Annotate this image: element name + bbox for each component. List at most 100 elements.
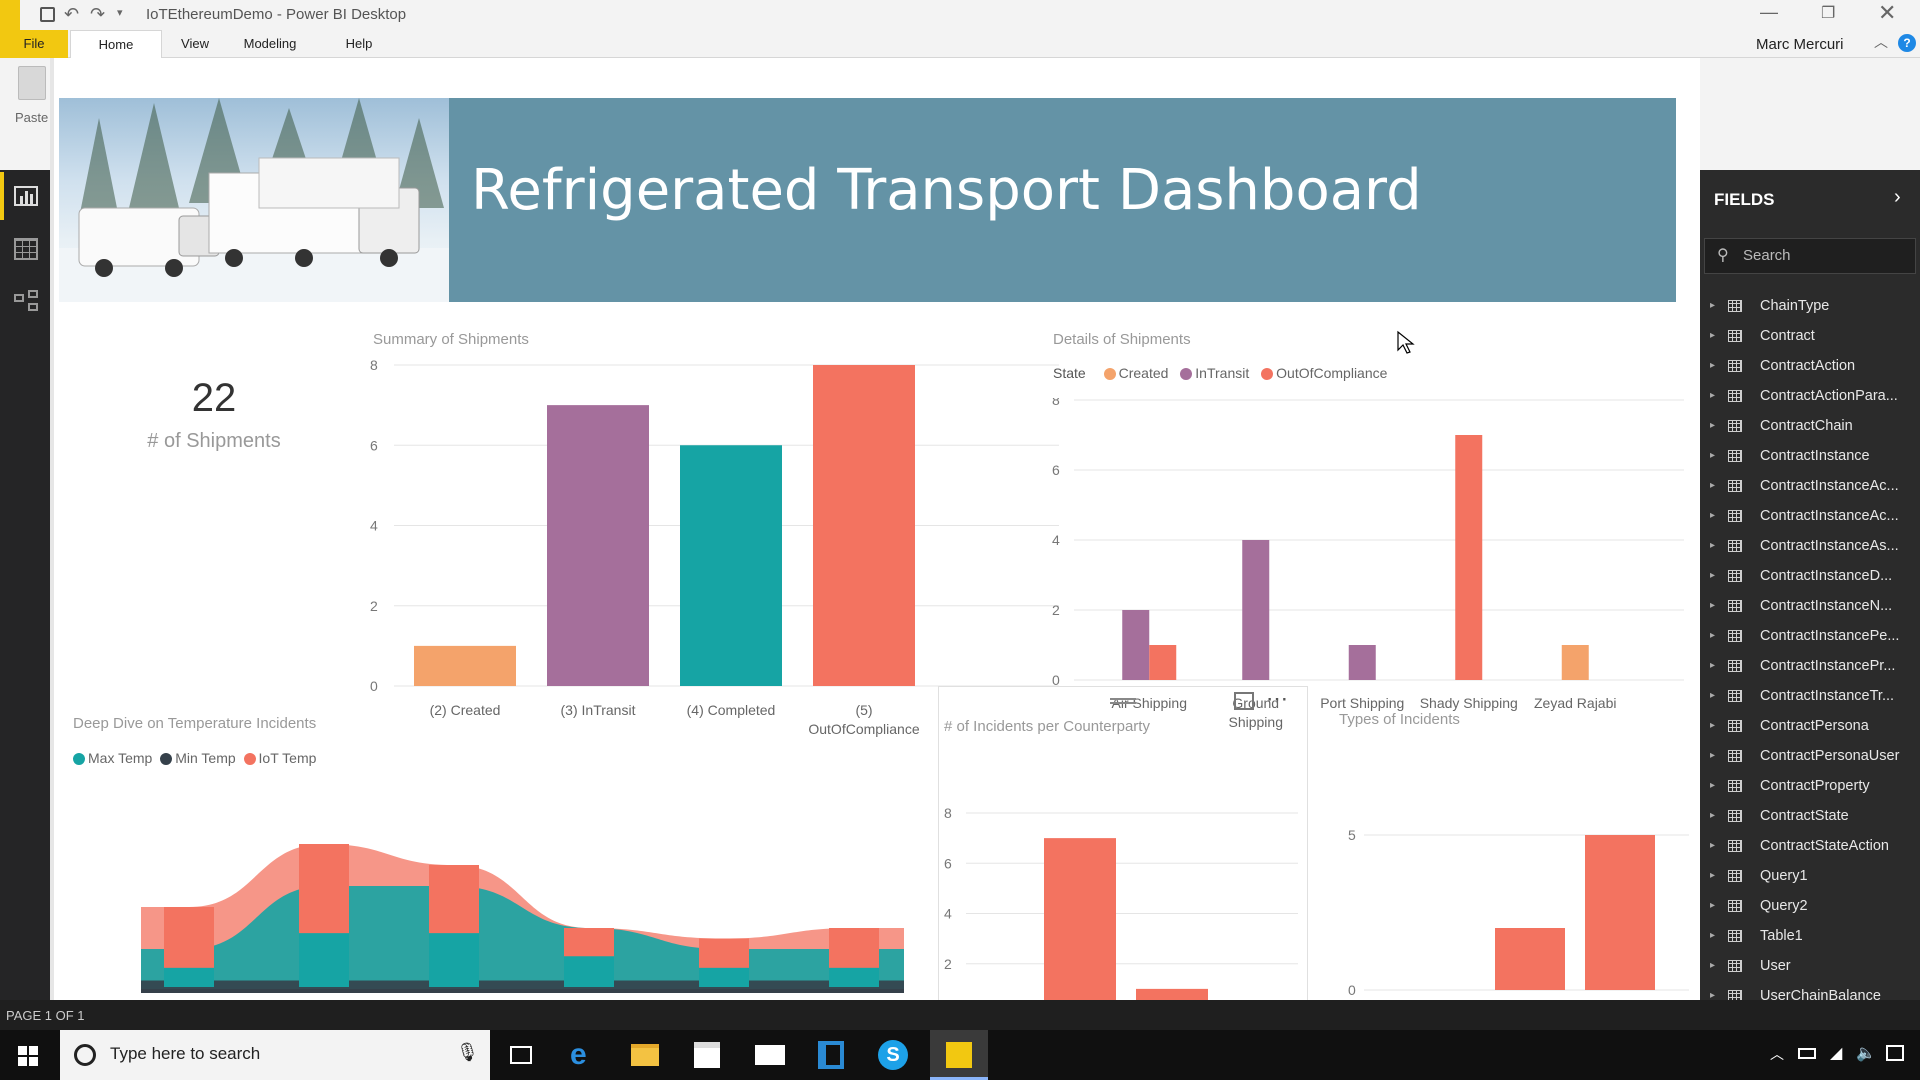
file-explorer-icon[interactable]: [631, 1044, 659, 1066]
redo-icon[interactable]: ↷: [90, 4, 105, 25]
field-table-contractinstancetr[interactable]: ▸ ContractInstanceTr...: [1708, 681, 1913, 711]
data-view-icon[interactable]: [14, 238, 38, 260]
notifications-icon[interactable]: [1886, 1045, 1904, 1061]
legend-item-min-temp[interactable]: Min Temp: [160, 750, 236, 766]
visual-studio-code-icon[interactable]: [818, 1041, 844, 1069]
mail-icon[interactable]: [755, 1045, 785, 1065]
legend-item-outofcompliance[interactable]: OutOfCompliance: [1261, 365, 1387, 381]
collapse-ribbon-icon[interactable]: ︿: [1874, 32, 1888, 52]
expand-arrow-icon[interactable]: ▸: [1710, 621, 1715, 651]
user-name[interactable]: Marc Mercuri: [1756, 36, 1844, 53]
bar[interactable]: [1044, 838, 1116, 1014]
field-table-contractinstanced[interactable]: ▸ ContractInstanceD...: [1708, 561, 1913, 591]
legend-item-created[interactable]: Created: [1103, 365, 1168, 381]
help-icon[interactable]: ?: [1898, 34, 1916, 52]
bar[interactable]: [813, 365, 915, 686]
bar[interactable]: [680, 445, 782, 686]
expand-arrow-icon[interactable]: ▸: [1710, 351, 1715, 381]
tab-help[interactable]: Help: [334, 30, 384, 58]
bar[interactable]: [1149, 645, 1177, 680]
field-table-contractinstanceas[interactable]: ▸ ContractInstanceAs...: [1708, 531, 1913, 561]
field-table-contractpersonauser[interactable]: ▸ ContractPersonaUser: [1708, 741, 1913, 771]
collapse-fields-icon[interactable]: ›: [1894, 186, 1901, 209]
bar[interactable]: [547, 405, 649, 686]
expand-arrow-icon[interactable]: ▸: [1710, 681, 1715, 711]
expand-arrow-icon[interactable]: ▸: [1710, 531, 1715, 561]
undo-icon[interactable]: ↶: [64, 4, 79, 25]
field-table-contractactionpara[interactable]: ▸ ContractActionPara...: [1708, 381, 1913, 411]
field-table-contract[interactable]: ▸ Contract: [1708, 321, 1913, 351]
expand-arrow-icon[interactable]: ▸: [1710, 411, 1715, 441]
expand-arrow-icon[interactable]: ▸: [1710, 831, 1715, 861]
fields-search-input[interactable]: Search: [1743, 247, 1791, 264]
expand-arrow-icon[interactable]: ▸: [1710, 711, 1715, 741]
legend-item-iot-temp[interactable]: IoT Temp: [243, 750, 316, 766]
summary-chart[interactable]: 0 2 4 6 8 (2) Created (3) InTransit (4) Complet…: [364, 353, 1064, 743]
field-table-contractinstancepe[interactable]: ▸ ContractInstancePe...: [1708, 621, 1913, 651]
relationships-view-icon[interactable]: [14, 290, 40, 312]
field-table-contractchain[interactable]: ▸ ContractChain: [1708, 411, 1913, 441]
expand-arrow-icon[interactable]: ▸: [1710, 471, 1715, 501]
powerbi-taskbar-icon[interactable]: [930, 1030, 988, 1080]
visual-drag-handle-icon[interactable]: [1110, 698, 1136, 704]
expand-arrow-icon[interactable]: ▸: [1710, 861, 1715, 891]
legend-item-intransit[interactable]: InTransit: [1180, 365, 1249, 381]
customize-quick-access-icon[interactable]: ▾: [117, 6, 123, 19]
expand-arrow-icon[interactable]: ▸: [1710, 321, 1715, 351]
bar[interactable]: [1122, 610, 1150, 680]
expand-arrow-icon[interactable]: ▸: [1710, 381, 1715, 411]
expand-arrow-icon[interactable]: ▸: [1710, 291, 1715, 321]
edge-browser-icon[interactable]: e: [570, 1038, 587, 1072]
field-table-chaintype[interactable]: ▸ ChainType: [1708, 291, 1913, 321]
bar[interactable]: [1242, 540, 1270, 680]
field-table-contractpersona[interactable]: ▸ ContractPersona: [1708, 711, 1913, 741]
tab-view[interactable]: View: [170, 30, 220, 58]
show-hidden-icons[interactable]: ︿: [1770, 1044, 1784, 1064]
field-table-contractinstancepr[interactable]: ▸ ContractInstancePr...: [1708, 651, 1913, 681]
expand-arrow-icon[interactable]: ▸: [1710, 801, 1715, 831]
task-view-icon[interactable]: [510, 1046, 532, 1064]
legend-item-max-temp[interactable]: Max Temp: [73, 750, 152, 766]
expand-arrow-icon[interactable]: ▸: [1710, 741, 1715, 771]
volume-icon[interactable]: 🔈: [1856, 1043, 1876, 1063]
close-button[interactable]: ✕: [1878, 0, 1896, 26]
fields-search[interactable]: ⚲ Search: [1704, 238, 1916, 274]
paste-button[interactable]: Paste: [10, 64, 54, 134]
field-table-contractstateaction[interactable]: ▸ ContractStateAction: [1708, 831, 1913, 861]
minimize-button[interactable]: —: [1760, 2, 1778, 23]
restore-button[interactable]: ❐: [1821, 3, 1835, 23]
expand-arrow-icon[interactable]: ▸: [1710, 441, 1715, 471]
expand-arrow-icon[interactable]: ▸: [1710, 591, 1715, 621]
field-table-contractstate[interactable]: ▸ ContractState: [1708, 801, 1913, 831]
save-icon[interactable]: [40, 7, 55, 22]
tab-home[interactable]: Home: [70, 30, 162, 58]
field-table-table1[interactable]: ▸ Table1: [1708, 921, 1913, 951]
field-table-user[interactable]: ▸ User: [1708, 951, 1913, 981]
field-table-contractaction[interactable]: ▸ ContractAction: [1708, 351, 1913, 381]
microphone-icon[interactable]: 🎙: [456, 1042, 479, 1063]
bar[interactable]: [1561, 645, 1589, 680]
field-table-query2[interactable]: ▸ Query2: [1708, 891, 1913, 921]
field-table-contractinstance[interactable]: ▸ ContractInstance: [1708, 441, 1913, 471]
windows-start-icon[interactable]: [18, 1046, 38, 1066]
bar[interactable]: [1495, 928, 1565, 990]
report-view-icon[interactable]: [14, 186, 38, 206]
expand-arrow-icon[interactable]: ▸: [1710, 771, 1715, 801]
field-table-contractinstanceac[interactable]: ▸ ContractInstanceAc...: [1708, 471, 1913, 501]
expand-arrow-icon[interactable]: ▸: [1710, 501, 1715, 531]
expand-arrow-icon[interactable]: ▸: [1710, 951, 1715, 981]
expand-arrow-icon[interactable]: ▸: [1710, 651, 1715, 681]
field-table-contractinstancen[interactable]: ▸ ContractInstanceN...: [1708, 591, 1913, 621]
field-table-contractinstanceac[interactable]: ▸ ContractInstanceAc...: [1708, 501, 1913, 531]
wifi-icon[interactable]: ◢: [1830, 1043, 1842, 1063]
tab-file[interactable]: File: [0, 30, 68, 58]
expand-arrow-icon[interactable]: ▸: [1710, 891, 1715, 921]
bar[interactable]: [1348, 645, 1376, 680]
more-options-icon[interactable]: ⋯: [1266, 686, 1289, 712]
store-icon[interactable]: [694, 1042, 720, 1068]
field-table-contractproperty[interactable]: ▸ ContractProperty: [1708, 771, 1913, 801]
bar[interactable]: [1585, 835, 1655, 990]
skype-icon[interactable]: S: [878, 1040, 908, 1070]
tab-modeling[interactable]: Modeling: [232, 30, 308, 58]
field-table-query1[interactable]: ▸ Query1: [1708, 861, 1913, 891]
